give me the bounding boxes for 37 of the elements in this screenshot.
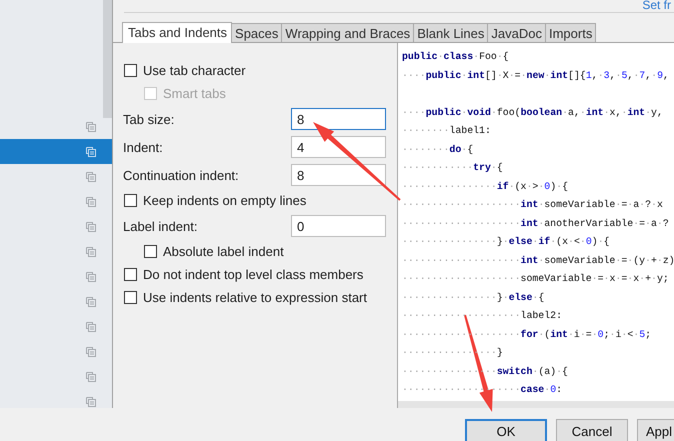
code-line: ................}.else.if.(x.<.0).{: [402, 233, 611, 249]
code-line: ............try.{: [402, 159, 504, 175]
field-label: Indent:: [123, 140, 163, 154]
tab[interactable]: Imports: [544, 23, 596, 42]
checkbox-label: Absolute label indent: [163, 244, 284, 259]
checkbox-label: Use indents relative to expression start: [143, 290, 367, 305]
field-label: Tab size:: [123, 112, 174, 126]
code-line: ................if.(x.>.0).{: [402, 178, 570, 194]
checkbox-label: Do not indent top level class members: [143, 267, 364, 282]
code-line: ....................int.someVariable.=.(y.+.z): [402, 252, 674, 268]
dialog-button[interactable]: OK: [465, 419, 547, 441]
field-label: Label indent:: [123, 218, 198, 234]
code-line: ................}.else.{: [402, 288, 546, 304]
tab[interactable]: JavaDoc: [487, 23, 546, 42]
dialog-button[interactable]: Appl: [637, 419, 674, 441]
code-line: ....public.int[].X.=.new.int[]{1,.3,.5,.7,.9,: [402, 66, 670, 82]
code-line: ....................int.someVariable.=.a.?.x: [402, 196, 664, 212]
field-label: Continuation indent:: [123, 168, 239, 182]
checkbox-label: Keep indents on empty lines: [143, 193, 306, 208]
tab[interactable]: Blank Lines: [413, 23, 488, 42]
checkbox-label: Smart tabs: [163, 86, 226, 101]
input-field[interactable]: 8: [291, 108, 386, 130]
tab[interactable]: Spaces: [231, 23, 282, 42]
code-line: ....................someVariable.=.x.=.x.+.y;: [402, 270, 670, 286]
dialog-button[interactable]: Cancel: [556, 419, 628, 441]
code-line: ....................int.anotherVariable.=.a.?: [402, 214, 670, 230]
tab[interactable]: Wrapping and Braces: [281, 23, 414, 42]
set-from-link[interactable]: Set fr: [642, 0, 671, 11]
checkbox-label: Use tab character: [143, 63, 246, 78]
code-line: public.class.Foo.{: [402, 48, 510, 64]
code-line: ........do.{: [402, 140, 474, 156]
input-field[interactable]: 4: [291, 136, 386, 158]
tab[interactable]: Tabs and Indents: [122, 22, 232, 43]
code-line: ........label1:: [402, 122, 492, 138]
code-line: ....public.void.foo(boolean.a,.int.x,.int.y,: [402, 104, 664, 120]
input-field[interactable]: 0: [291, 215, 386, 237]
input-field[interactable]: 8: [291, 164, 386, 186]
